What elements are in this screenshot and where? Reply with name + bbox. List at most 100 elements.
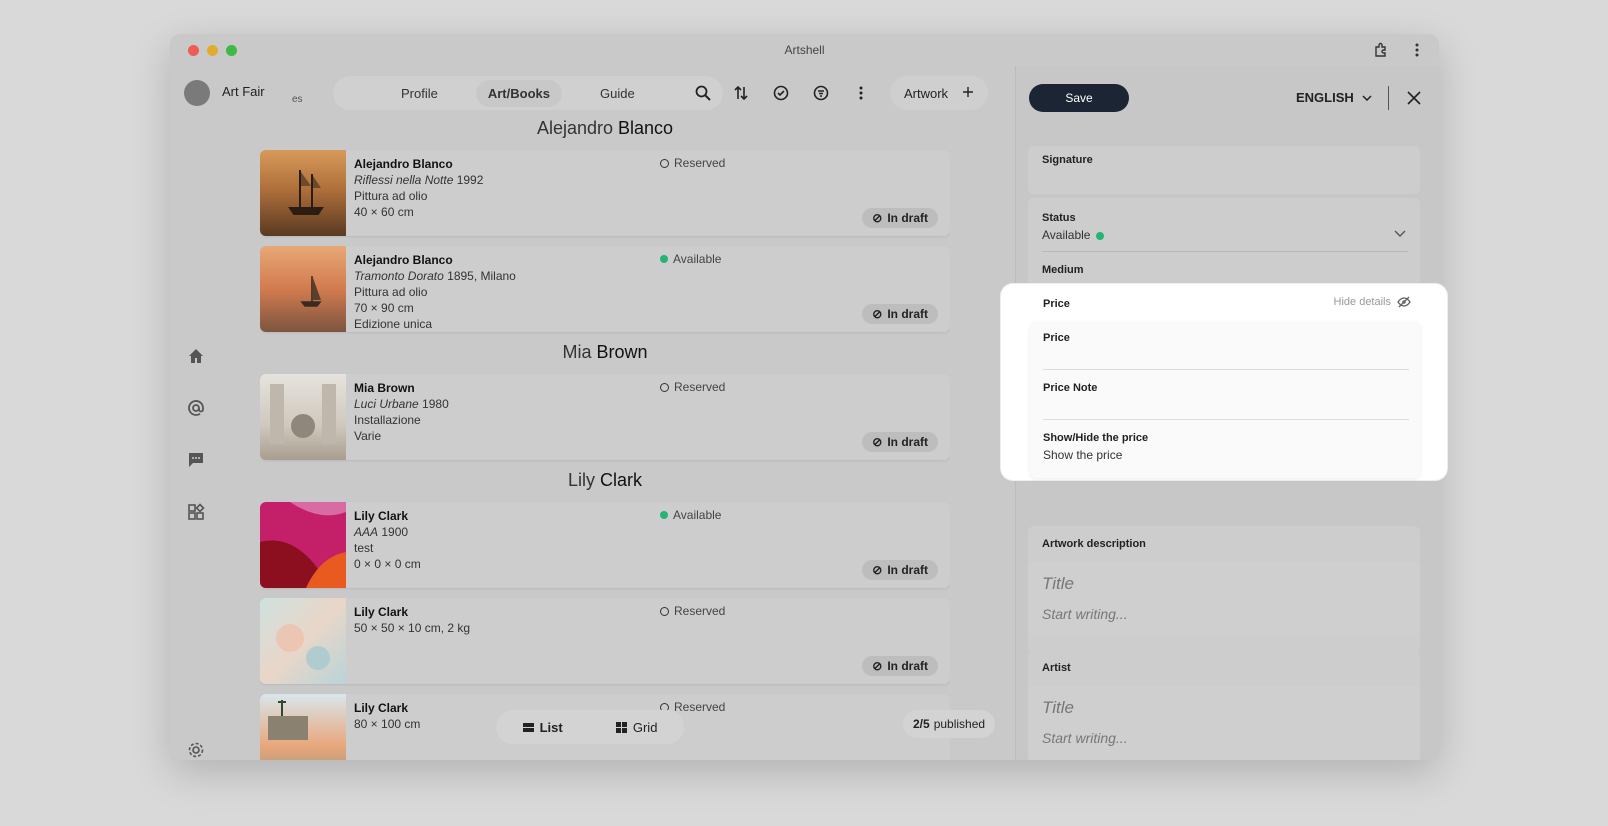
home-icon[interactable] [184, 344, 208, 368]
draft-badge[interactable]: ⊘ In draft [862, 656, 938, 676]
sort-icon[interactable] [730, 82, 752, 104]
artwork-list: Alejandro Blanco Alejandro Blanco Rifles… [260, 118, 950, 760]
check-circle-icon[interactable] [770, 82, 792, 104]
list-view-button[interactable]: List [522, 720, 563, 735]
clock-icon [660, 382, 669, 392]
price-note-input[interactable] [1043, 398, 1409, 420]
language-select[interactable]: ENGLISH [1296, 90, 1372, 105]
artwork-medium: test [354, 541, 374, 555]
draft-badge[interactable]: ⊘ In draft [862, 560, 938, 580]
artwork-size: 50 × 50 × 10 cm, 2 kg [354, 621, 471, 635]
draft-badge[interactable]: ⊘ In draft [862, 304, 938, 324]
title-bar: Artshell [170, 34, 1439, 66]
extensions-icon[interactable] [1371, 40, 1391, 60]
artwork-artist: Lily Clark [354, 701, 409, 715]
window-title: Artshell [784, 43, 825, 57]
eye-off-icon: ⊘ [872, 307, 883, 321]
avatar[interactable] [184, 80, 210, 106]
artwork-card[interactable]: Lily Clark AAA 1900 test 0 × 0 × 0 cm Av… [260, 502, 950, 588]
signature-label: Signature [1042, 154, 1093, 166]
eye-off-icon: ⊘ [872, 659, 883, 673]
search-icon[interactable] [695, 85, 711, 101]
available-dot [1096, 232, 1105, 240]
status-select[interactable]: Available [1042, 228, 1408, 252]
draft-badge[interactable]: ⊘ In draft [862, 432, 938, 452]
artwork-card[interactable]: Lily Clark 50 × 50 × 10 cm, 2 kg Reserve… [260, 598, 950, 684]
artwork-title: AAA [354, 525, 379, 539]
medium-label: Medium [1042, 264, 1084, 276]
price-section-title: Price [1043, 298, 1070, 310]
view-toggle: List Grid [496, 710, 684, 744]
artwork-card[interactable]: Alejandro Blanco Tramonto Dorato 1895, M… [260, 246, 950, 332]
status-badge: Reserved [660, 380, 725, 394]
show-hide-price-label: Show/Hide the price [1043, 432, 1149, 444]
close-panel-icon[interactable] [1402, 86, 1426, 110]
artwork-artist: Alejandro Blanco [354, 157, 453, 171]
artwork-thumbnail [260, 694, 346, 760]
artwork-thumbnail [260, 374, 346, 460]
more-options-icon[interactable] [850, 82, 872, 104]
filter-icon[interactable] [810, 82, 832, 104]
zoom-window-button[interactable] [226, 45, 237, 56]
eye-off-icon: ⊘ [872, 435, 883, 449]
org-name: Art Fair [222, 84, 265, 99]
status-label: Status [1042, 212, 1076, 224]
add-artwork-button[interactable]: Artwork [890, 76, 989, 110]
artist-section: Artist Title Start writing... [1028, 650, 1420, 760]
available-dot [660, 511, 668, 519]
main-tabs: Profile Art/Books Guide [333, 76, 723, 110]
grid-view-button[interactable]: Grid [615, 720, 657, 735]
more-vertical-icon[interactable] [1407, 40, 1427, 60]
list-icon [522, 722, 534, 732]
available-dot [660, 255, 668, 263]
description-body-placeholder: Start writing... [1042, 606, 1128, 622]
artwork-size: 80 × 100 cm [354, 717, 421, 731]
artwork-card[interactable]: Alejandro Blanco Riflessi nella Notte 19… [260, 150, 950, 236]
status-badge: Reserved [660, 156, 725, 170]
artwork-year: 1895, Milano [443, 269, 516, 283]
description-label: Artwork description [1042, 538, 1146, 550]
artwork-medium: Installazione [354, 413, 421, 427]
org-subtitle: es [292, 94, 303, 105]
hide-details-button[interactable]: Hide details [1334, 296, 1411, 308]
description-editor[interactable]: Title Start writing... [1028, 562, 1420, 636]
description-title-placeholder: Title [1042, 574, 1074, 593]
artist-heading: Alejandro Blanco [536, 118, 674, 138]
price-section: Price Hide details Price Price Note Show… [1001, 284, 1447, 480]
tab-guide[interactable]: Guide [588, 80, 647, 107]
artwork-artist: Lily Clark [354, 509, 409, 523]
artwork-card[interactable]: Mia Brown Luci Urbane 1980 Installazione… [260, 374, 950, 460]
description-section: Artwork description Title Start writing.… [1028, 526, 1420, 652]
chevron-down-icon [1394, 230, 1406, 237]
settings-gear-icon[interactable] [184, 738, 208, 760]
close-window-button[interactable] [188, 45, 199, 56]
chat-icon[interactable] [184, 448, 208, 472]
clock-icon [660, 158, 669, 168]
price-label: Price [1043, 332, 1070, 344]
tab-art-books[interactable]: Art/Books [475, 79, 562, 107]
apps-icon[interactable] [184, 500, 208, 524]
draft-badge[interactable]: ⊘ In draft [862, 208, 938, 228]
save-button[interactable]: Save [1029, 84, 1129, 112]
at-sign-icon[interactable] [184, 396, 208, 420]
tab-profile[interactable]: Profile [389, 80, 450, 107]
add-artwork-label: Artwork [904, 85, 949, 101]
clock-icon [660, 606, 669, 616]
artwork-title: Riflessi nella Notte [354, 173, 454, 187]
eye-off-icon [1397, 296, 1411, 308]
artist-editor[interactable]: Title Start writing... [1028, 686, 1420, 760]
artwork-thumbnail [260, 502, 346, 588]
status-badge: Available [660, 508, 721, 522]
artwork-artist: Lily Clark [354, 605, 409, 619]
artwork-title: Luci Urbane [354, 397, 419, 411]
artwork-artist: Mia Brown [354, 381, 415, 395]
artwork-year: 1900 [378, 525, 409, 539]
artwork-thumbnail [260, 598, 346, 684]
minimize-window-button[interactable] [207, 45, 218, 56]
artwork-size: 70 × 90 cm [354, 301, 414, 315]
price-input[interactable] [1043, 348, 1409, 370]
show-hide-price-select[interactable]: Show the price [1043, 448, 1122, 462]
top-bar: Art Fair es Profile Art/Books Guide Artw… [170, 74, 1015, 118]
price-fields: Price Price Note Show/Hide the price Sho… [1030, 322, 1420, 478]
artist-heading: Mia Brown [562, 342, 648, 362]
